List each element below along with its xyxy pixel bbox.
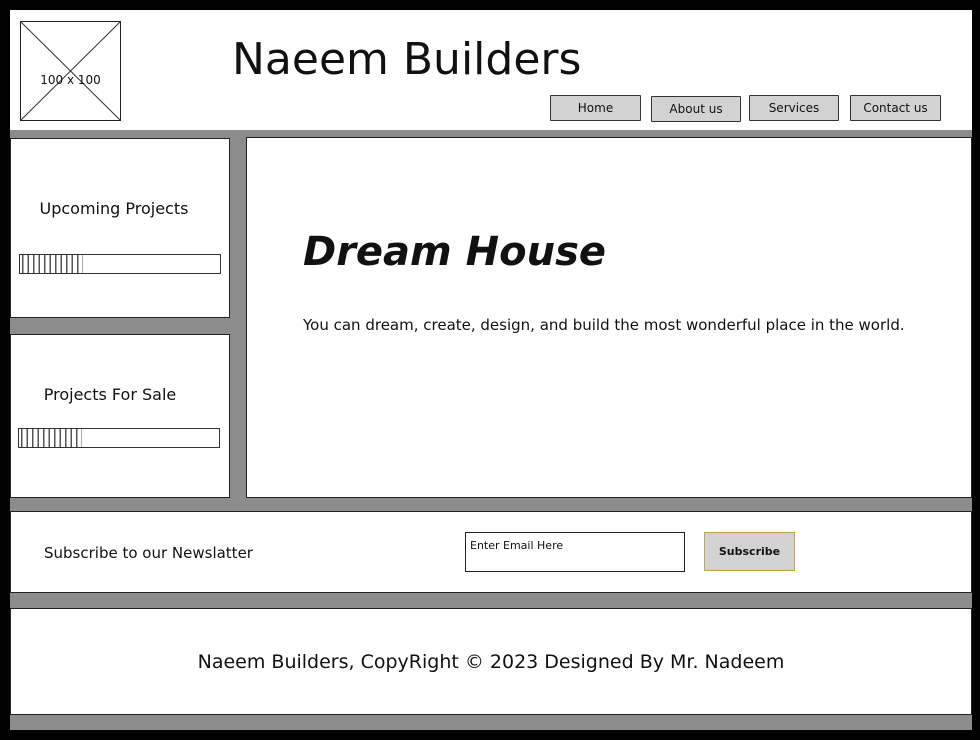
projects-for-sale-title: Projects For Sale bbox=[43, 385, 177, 404]
main-content: Dream House You can dream, create, desig… bbox=[246, 137, 972, 498]
subscribe-button[interactable]: Subscribe bbox=[704, 532, 795, 571]
newsletter-label: Subscribe to our Newslatter bbox=[44, 544, 253, 562]
newsletter-section: Subscribe to our Newslatter Subscribe bbox=[10, 511, 972, 593]
upcoming-progress-fill bbox=[20, 255, 84, 273]
upcoming-projects-progress bbox=[19, 254, 221, 274]
nav-contact-button[interactable]: Contact us bbox=[850, 95, 941, 121]
logo-placeholder: 100 x 100 bbox=[20, 21, 121, 121]
copyright-text: Naeem Builders, CopyRight © 2023 Designe… bbox=[197, 651, 785, 673]
image-placeholder-icon bbox=[21, 22, 120, 120]
upcoming-projects-title: Upcoming Projects bbox=[39, 199, 189, 218]
projects-for-sale-panel: Projects For Sale bbox=[10, 334, 230, 498]
hero-heading: Dream House bbox=[303, 229, 607, 275]
header: 100 x 100 Naeem Builders Home About us S… bbox=[10, 10, 972, 130]
upcoming-projects-panel: Upcoming Projects bbox=[10, 138, 230, 318]
projects-for-sale-progress bbox=[18, 428, 220, 448]
nav-about-button[interactable]: About us bbox=[651, 96, 741, 122]
footer: Naeem Builders, CopyRight © 2023 Designe… bbox=[10, 608, 972, 715]
page-frame: 100 x 100 Naeem Builders Home About us S… bbox=[10, 10, 972, 730]
nav-services-button[interactable]: Services bbox=[749, 95, 839, 121]
email-input[interactable] bbox=[465, 532, 685, 572]
logo-size-label: 100 x 100 bbox=[40, 73, 101, 87]
hero-text: You can dream, create, design, and build… bbox=[303, 316, 905, 334]
for-sale-progress-fill bbox=[19, 429, 83, 447]
nav-home-button[interactable]: Home bbox=[550, 95, 641, 121]
site-title: Naeem Builders bbox=[232, 34, 582, 85]
